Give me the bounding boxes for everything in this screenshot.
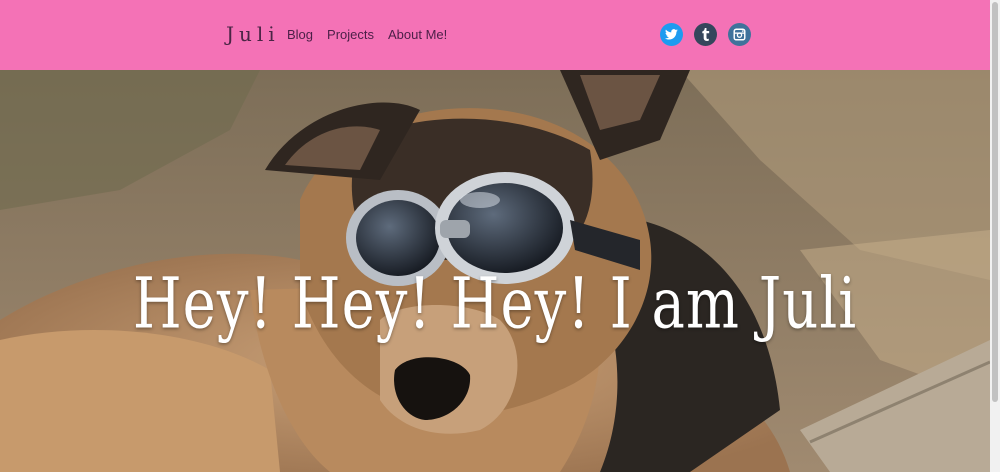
nav-link-projects[interactable]: Projects: [327, 27, 374, 42]
nav-link-blog[interactable]: Blog: [287, 27, 313, 42]
social-links: [660, 23, 751, 46]
tumblr-icon[interactable]: [694, 23, 717, 46]
twitter-icon[interactable]: [660, 23, 683, 46]
site-brand-logo[interactable]: Juli: [226, 22, 280, 46]
hero-banner: Hey! Hey! Hey! I am Juli: [0, 70, 990, 472]
nav-links: Blog Projects About Me!: [287, 27, 447, 42]
hero-title: Hey! Hey! Hey! I am Juli: [132, 263, 858, 345]
page-scrollbar[interactable]: [990, 0, 1000, 472]
instagram-icon[interactable]: [728, 23, 751, 46]
scrollbar-thumb[interactable]: [992, 2, 998, 402]
top-navbar: Juli Blog Projects About Me!: [0, 0, 990, 70]
page: Juli Blog Projects About Me! Hey! Hey! H…: [0, 0, 1000, 472]
nav-link-about-me[interactable]: About Me!: [388, 27, 447, 42]
